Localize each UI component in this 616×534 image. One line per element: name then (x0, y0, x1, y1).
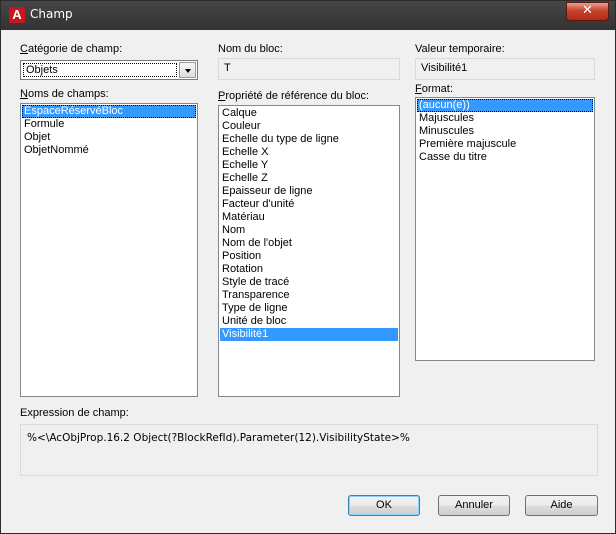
list-item[interactable]: Visibilité1 (220, 328, 398, 341)
title-bar[interactable]: A Champ ✕ (1, 1, 615, 30)
list-item[interactable]: Transparence (220, 289, 398, 302)
block-name-label: Nom du bloc: (218, 43, 283, 55)
list-item[interactable]: ObjetNommé (22, 144, 196, 157)
cancel-button[interactable]: Annuler (438, 495, 510, 516)
category-value: Objets (23, 63, 177, 77)
list-item[interactable]: Echelle du type de ligne (220, 133, 398, 146)
expression-field[interactable]: %<\AcObjProp.16.2 Object(?BlockRefId).Pa… (20, 424, 598, 476)
format-label: Format: (415, 83, 453, 95)
list-item[interactable]: Matériau (220, 211, 398, 224)
list-item[interactable]: Calque (220, 107, 398, 120)
chevron-down-icon[interactable] (179, 62, 196, 78)
ok-button[interactable]: OK (348, 495, 420, 516)
list-item[interactable]: Echelle Y (220, 159, 398, 172)
temp-value-label: Valeur temporaire: (415, 43, 505, 55)
list-item[interactable]: Couleur (220, 120, 398, 133)
expression-label: Expression de champ: (20, 407, 129, 419)
list-item[interactable]: Majuscules (417, 112, 593, 125)
list-item[interactable]: Première majuscule (417, 138, 593, 151)
help-button[interactable]: Aide (525, 495, 598, 516)
list-item[interactable]: Unité de bloc (220, 315, 398, 328)
list-item[interactable]: Casse du titre (417, 151, 593, 164)
window-title: Champ (30, 7, 73, 21)
block-props-label: Propriété de référence du bloc: (218, 90, 370, 102)
list-item[interactable]: Type de ligne (220, 302, 398, 315)
list-item[interactable]: (aucun(e)) (417, 99, 593, 112)
close-button[interactable]: ✕ (566, 2, 609, 21)
field-names-list[interactable]: EspaceRéservéBloc Formule Objet ObjetNommé (20, 103, 198, 397)
list-item[interactable]: Style de tracé (220, 276, 398, 289)
list-item[interactable]: Facteur d'unité (220, 198, 398, 211)
block-name-field: T (218, 58, 400, 80)
field-names-label: Noms de champs: (20, 88, 109, 100)
list-item[interactable]: Nom (220, 224, 398, 237)
list-item[interactable]: Position (220, 250, 398, 263)
category-dropdown[interactable]: Objets (20, 60, 198, 80)
block-props-list[interactable]: Calque Couleur Echelle du type de ligne Ech… (218, 105, 400, 397)
list-item[interactable]: Rotation (220, 263, 398, 276)
list-item[interactable]: Epaisseur de ligne (220, 185, 398, 198)
list-item[interactable]: Echelle X (220, 146, 398, 159)
dialog-body: Catégorie de champ: Objets Noms de champ… (8, 30, 609, 527)
list-item[interactable]: Echelle Z (220, 172, 398, 185)
list-item[interactable]: EspaceRéservéBloc (22, 105, 196, 118)
autocad-logo-icon: A (9, 7, 25, 23)
temp-value-field: Visibilité1 (415, 58, 595, 80)
list-item[interactable]: Formule (22, 118, 196, 131)
category-label: Catégorie de champ: (20, 43, 123, 55)
dialog-window: A Champ ✕ Catégorie de champ: Objets Nom… (0, 0, 616, 534)
list-item[interactable]: Nom de l'objet (220, 237, 398, 250)
format-list[interactable]: (aucun(e)) Majuscules Minuscules Première m… (415, 97, 595, 361)
list-item[interactable]: Objet (22, 131, 196, 144)
list-item[interactable]: Minuscules (417, 125, 593, 138)
